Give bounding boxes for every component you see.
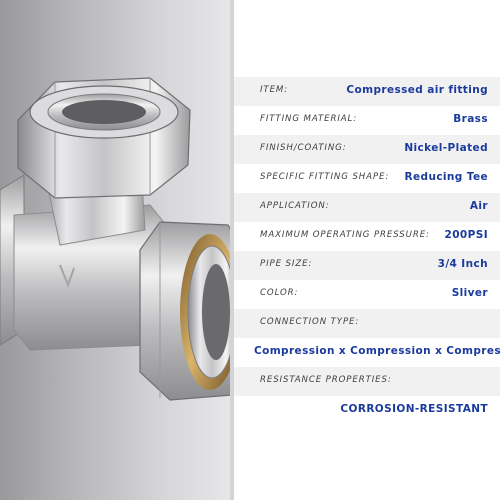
- spec-row-resistance-value: CORROSION-RESISTANT: [234, 396, 500, 425]
- spec-row-finish: FINISH/COATING: Nickel-Plated: [234, 135, 500, 164]
- spec-value: Sliver: [451, 287, 488, 299]
- product-photo: [0, 0, 232, 500]
- spec-row-color: COLOR: Sliver: [234, 280, 500, 309]
- spec-value: Compression x Compression x Compression: [254, 345, 500, 357]
- spec-value: Nickel-Plated: [404, 142, 488, 154]
- spec-label: SPECIFIC FITTING SHAPE:: [260, 172, 390, 182]
- spec-row-material: FITTING MATERIAL: Brass: [234, 106, 500, 135]
- spec-value: 3/4 Inch: [437, 258, 488, 270]
- spec-value: Air: [469, 200, 488, 212]
- spec-row-shape: SPECIFIC FITTING SHAPE: Reducing Tee: [234, 164, 500, 193]
- spec-label: ITEM:: [260, 85, 289, 95]
- spec-row-connection-type: CONNECTION TYPE:: [234, 309, 500, 338]
- spec-row-resistance: RESISTANCE PROPERTIES:: [234, 367, 500, 396]
- tee-fitting-illustration: [0, 77, 232, 401]
- spec-row-connection-value: Compression x Compression x Compression: [234, 338, 500, 367]
- spec-row-application: APPLICATION: Air: [234, 193, 500, 222]
- spec-value: Reducing Tee: [404, 171, 488, 183]
- spec-label: MAXIMUM OPERATING PRESSURE:: [260, 230, 430, 240]
- spec-label: APPLICATION:: [260, 201, 330, 211]
- spec-label: FITTING MATERIAL:: [260, 114, 358, 124]
- spec-label: FINISH/COATING:: [260, 143, 347, 153]
- spec-row-pipe-size: PIPE SIZE: 3/4 Inch: [234, 251, 500, 280]
- spec-label: CONNECTION TYPE:: [260, 317, 360, 327]
- spec-label: PIPE SIZE:: [260, 259, 313, 269]
- spec-panel: ITEM: Compressed air fitting FITTING MAT…: [234, 0, 500, 500]
- spec-value: Brass: [453, 113, 488, 125]
- spec-row-pressure: MAXIMUM OPERATING PRESSURE: 200PSI: [234, 222, 500, 251]
- spec-label: RESISTANCE PROPERTIES:: [260, 375, 392, 385]
- spec-value: Compressed air fitting: [346, 84, 488, 96]
- spec-value: CORROSION-RESISTANT: [340, 403, 488, 415]
- spec-label: COLOR:: [260, 288, 299, 298]
- spec-value: 200PSI: [444, 229, 488, 241]
- spec-row-item: ITEM: Compressed air fitting: [234, 77, 500, 106]
- product-spec-image: ITEM: Compressed air fitting FITTING MAT…: [0, 0, 500, 500]
